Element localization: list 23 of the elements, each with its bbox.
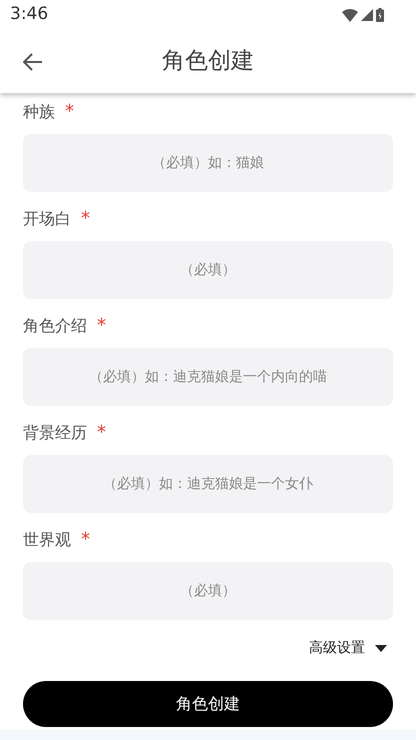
input-field[interactable]: （必填）如：猫娘 [23, 134, 393, 192]
page-title: 角色创建 [162, 47, 254, 76]
input-field[interactable]: （必填） [23, 562, 393, 620]
input-field[interactable]: （必填）如：迪克猫娘是一个女仆 [23, 455, 393, 513]
status-time: 3:46 [10, 3, 48, 26]
signal-icon [361, 9, 373, 21]
wifi-icon [342, 8, 358, 22]
dropdown-caret-icon [375, 644, 387, 652]
required-mark: * [97, 317, 106, 335]
required-mark: * [81, 210, 90, 228]
required-mark: * [97, 424, 106, 442]
advanced-settings-toggle[interactable]: 高级设置 [309, 638, 387, 659]
field-label: 世界观 [23, 529, 71, 551]
input-field[interactable]: （必填） [23, 241, 393, 299]
create-role-button[interactable]: 角色创建 [23, 681, 393, 727]
required-mark: * [81, 531, 90, 549]
required-mark: * [65, 103, 74, 121]
field-label: 角色介绍 [23, 315, 87, 337]
battery-icon [376, 8, 384, 22]
field-label: 背景经历 [23, 422, 87, 444]
input-field[interactable]: （必填）如：迪克猫娘是一个内向的喵 [23, 348, 393, 406]
field-label: 开场白 [23, 208, 71, 230]
field-label: 种族 [23, 101, 55, 123]
